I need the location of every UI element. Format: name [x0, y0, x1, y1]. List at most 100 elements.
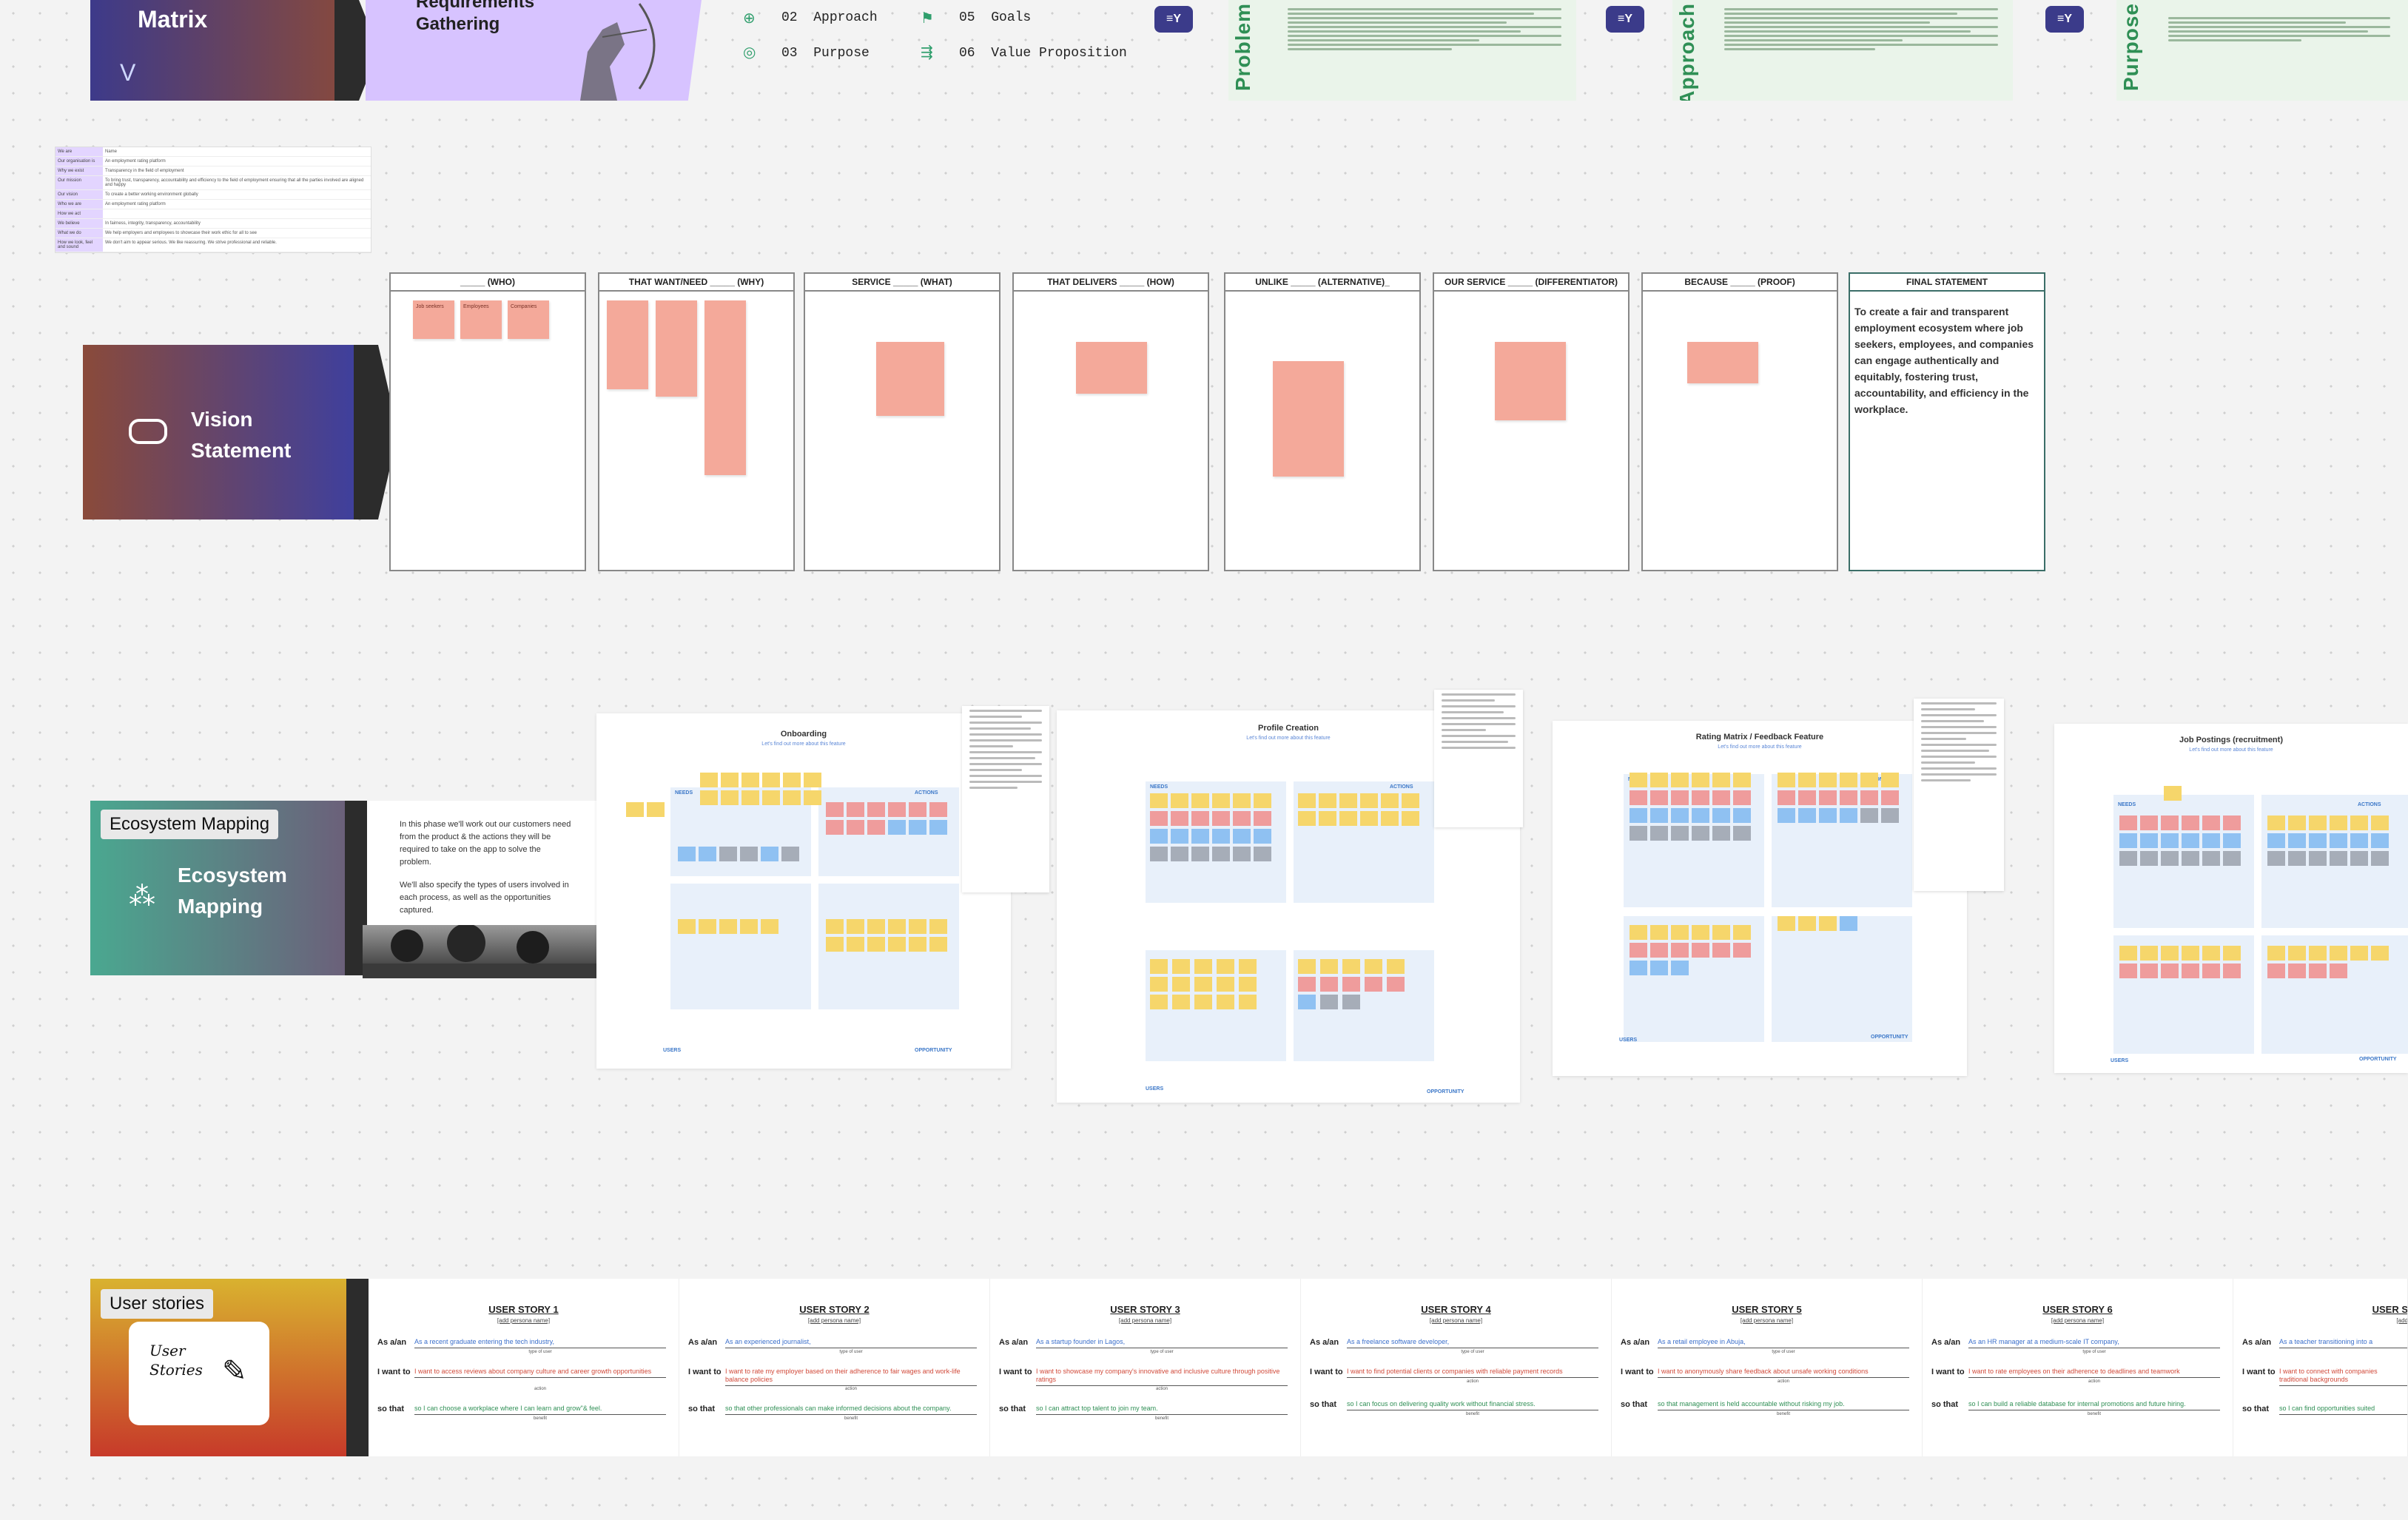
nav-num: 03: [781, 46, 798, 61]
approach-card: Approach: [1672, 0, 2013, 101]
differentiator-column[interactable]: OUR SERVICE _____ (DIFFERENTIATOR): [1433, 272, 1630, 571]
approach-label: Approach: [1675, 3, 1698, 101]
table-row: We are Name: [56, 147, 371, 157]
row-value: To bring trust, transparency, accountabi…: [105, 178, 364, 187]
column-header: THAT WANT/NEED _____ (WHY): [599, 274, 793, 292]
as-label: As a/an: [1310, 1338, 1339, 1347]
want-hint: action: [1777, 1379, 1789, 1384]
board-title: Job Postings (recruitment): [2179, 736, 2283, 744]
column-header: _____ (WHO): [391, 274, 585, 292]
user-stories-card-text: User Stories: [149, 1342, 203, 1379]
onboarding-board[interactable]: Onboarding Let's find out more about thi…: [596, 713, 1011, 1069]
sticky-note[interactable]: [607, 300, 648, 389]
row-key: Why we exist: [56, 167, 103, 175]
nav-value-proposition[interactable]: 06 Value Proposition: [959, 46, 1127, 61]
user-story-card[interactable]: USER STORY 2 [add persona name] As a/an …: [679, 1279, 990, 1456]
want-field[interactable]: I want to rate employees on their adhere…: [1968, 1368, 2220, 1378]
user-story-card[interactable]: USER STORY 3 [add persona name] As a/an …: [990, 1279, 1301, 1456]
want-field[interactable]: I want to rate my employer based on thei…: [725, 1368, 977, 1386]
so-field[interactable]: so I can find opportunities suited: [2279, 1405, 2407, 1415]
sticky-note[interactable]: [1687, 342, 1758, 383]
alternative-column[interactable]: UNLIKE _____ (ALTERNATIVE)_: [1224, 272, 1421, 571]
sticky-note[interactable]: [876, 342, 944, 416]
so-field[interactable]: so I can attract top talent to join my t…: [1036, 1405, 1288, 1415]
so-field[interactable]: so that management is held accountable w…: [1658, 1400, 1909, 1410]
as-label: As a/an: [1931, 1338, 1961, 1347]
want-hint: action: [2088, 1379, 2100, 1384]
want-field[interactable]: I want to find potential clients or comp…: [1347, 1368, 1598, 1378]
want-label: I want to: [377, 1368, 411, 1376]
how-column[interactable]: THAT DELIVERS _____ (HOW): [1012, 272, 1209, 571]
sticky-note[interactable]: [1495, 342, 1566, 420]
users-label: USERS: [663, 1048, 682, 1053]
why-column[interactable]: THAT WANT/NEED _____ (WHY): [598, 272, 795, 571]
user-story-card[interactable]: USER STORY 4 [add persona name] As a/an …: [1301, 1279, 1612, 1456]
row-key: Our organisation is: [56, 157, 103, 166]
matrix-title: Matrix: [138, 6, 208, 33]
sticky-note[interactable]: [656, 300, 697, 397]
board-title: Onboarding: [780, 730, 827, 739]
vision-banner: Vision Statement: [83, 345, 398, 519]
rating-matrix-board[interactable]: Rating Matrix / Feedback Feature Let's f…: [1553, 721, 1967, 1076]
table-row: Our vision To create a better working env…: [56, 190, 371, 200]
nav-purpose[interactable]: 03 Purpose: [781, 46, 870, 61]
so-field[interactable]: so I can focus on delivering quality wor…: [1347, 1400, 1598, 1410]
users-label: USERS: [1146, 1086, 1164, 1092]
column-header: UNLIKE _____ (ALTERNATIVE)_: [1225, 274, 1419, 292]
want-hint: action: [1155, 1387, 1168, 1391]
story-title: USER STORY 2: [799, 1304, 870, 1315]
as-field[interactable]: As a startup founder in Lagos,: [1036, 1338, 1288, 1348]
user-story-card[interactable]: USER STORY 5 [add persona name] As a/an …: [1612, 1279, 1923, 1456]
who-column[interactable]: _____ (WHO) Job seekers Employees Compan…: [389, 272, 586, 571]
user-story-card[interactable]: USER S [add As a/an As a teacher transit…: [2233, 1279, 2408, 1456]
as-field[interactable]: As an experienced journalist,: [725, 1338, 977, 1348]
opportunity-label: OPPORTUNITY: [1427, 1089, 1464, 1094]
want-field[interactable]: I want to connect with companies traditi…: [2279, 1368, 2407, 1386]
row-value: [103, 209, 371, 218]
as-field[interactable]: As a teacher transitioning into a: [2279, 1338, 2407, 1348]
want-field[interactable]: I want to access reviews about company c…: [414, 1368, 666, 1378]
proof-column[interactable]: BECAUSE _____ (PROOF): [1641, 272, 1838, 571]
as-field[interactable]: As a recent graduate entering the tech i…: [414, 1338, 666, 1348]
row-key: Our mission: [56, 176, 103, 189]
want-field[interactable]: I want to showcase my company's innovati…: [1036, 1368, 1288, 1386]
as-hint: type of user: [528, 1350, 552, 1354]
approach-icon: ⊕: [743, 10, 756, 27]
as-field[interactable]: As a freelance software developer,: [1347, 1338, 1598, 1348]
sticky-note[interactable]: [1273, 361, 1344, 477]
row-key: Who we are: [56, 200, 103, 209]
job-postings-board[interactable]: Job Postings (recruitment) Let's find ou…: [2054, 724, 2408, 1073]
as-label: As a/an: [1621, 1338, 1650, 1347]
sticky-note[interactable]: Companies: [508, 300, 549, 339]
user-story-card[interactable]: USER STORY 6 [add persona name] As a/an …: [1923, 1279, 2233, 1456]
story-persona: [add persona name]: [1429, 1317, 1483, 1324]
row-key: What we do: [56, 229, 103, 238]
so-field[interactable]: so I can build a reliable database for i…: [1968, 1400, 2220, 1410]
sticky-note[interactable]: Employees: [460, 300, 502, 339]
what-column[interactable]: SERVICE _____ (WHAT): [804, 272, 1000, 571]
row-value: An employment rating platform: [105, 159, 166, 164]
as-field[interactable]: As an HR manager at a medium-scale IT co…: [1968, 1338, 2220, 1348]
sticky-note[interactable]: Job seekers: [413, 300, 454, 339]
so-field[interactable]: so I can choose a workplace where I can …: [414, 1405, 666, 1415]
notes-card: [1914, 699, 2004, 891]
as-hint: type of user: [1772, 1350, 1795, 1354]
requirements-banner: Requirements Gathering: [366, 0, 702, 101]
table-row: How we look, feel and sound We don't aim …: [56, 238, 371, 252]
row-value: An employment rating platform: [105, 202, 166, 206]
sticky-note[interactable]: [704, 300, 746, 475]
user-story-card[interactable]: USER STORY 1 [add persona name] As a/an …: [369, 1279, 679, 1456]
sticky-note[interactable]: [1076, 342, 1147, 394]
story-title: USER STORY 1: [488, 1304, 559, 1315]
so-hint: benefit: [1154, 1416, 1168, 1421]
so-hint: benefit: [844, 1416, 858, 1421]
want-field[interactable]: I want to anonymously share feedback abo…: [1658, 1368, 1909, 1378]
as-field[interactable]: As a retail employee in Abuja,: [1658, 1338, 1909, 1348]
so-field[interactable]: so that other professionals can make inf…: [725, 1405, 977, 1415]
opportunity-label: OPPORTUNITY: [2359, 1057, 2397, 1062]
so-label: so that: [1931, 1400, 1959, 1409]
nav-approach[interactable]: 02 Approach: [781, 10, 878, 25]
board-subtitle: Let's find out more about this feature: [1718, 744, 1802, 750]
row-key: How we act: [56, 209, 103, 218]
nav-goals[interactable]: 05 Goals: [959, 10, 1031, 25]
